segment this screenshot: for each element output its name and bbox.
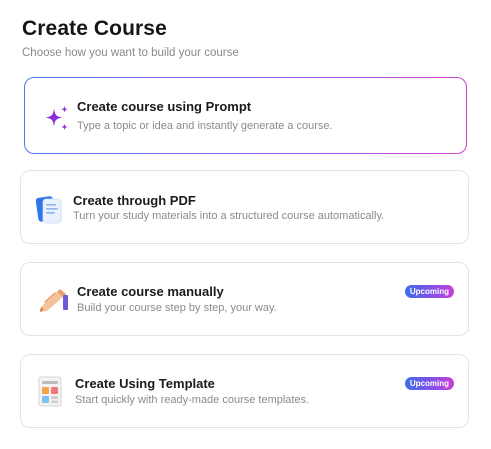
option-title: Create course manually bbox=[77, 284, 224, 299]
option-title: Create course using Prompt bbox=[77, 99, 252, 114]
option-card-manual[interactable]: Create course manually Build your course… bbox=[20, 262, 469, 336]
option-title: Create Using Template bbox=[75, 376, 215, 391]
page-title: Create Course bbox=[22, 17, 167, 40]
sparkles-icon bbox=[43, 104, 71, 139]
option-card-pdf[interactable]: Create through PDF Turn your study mater… bbox=[20, 170, 469, 244]
upcoming-badge: Upcoming bbox=[404, 377, 454, 390]
option-card-template[interactable]: Create Using Template Start quickly with… bbox=[20, 354, 469, 428]
pdf-document-icon bbox=[35, 194, 64, 231]
option-title: Create through PDF bbox=[73, 193, 196, 208]
option-card-prompt[interactable]: Create course using Prompt Type a topic … bbox=[24, 77, 467, 154]
option-description: Start quickly with ready-made course tem… bbox=[75, 394, 310, 406]
upcoming-badge: Upcoming bbox=[404, 285, 454, 298]
template-icon bbox=[38, 376, 64, 413]
page-subtitle: Choose how you want to build your course bbox=[22, 47, 239, 59]
pencil-icon bbox=[37, 285, 69, 318]
option-description: Type a topic or idea and instantly gener… bbox=[77, 120, 333, 132]
option-description: Build your course step by step, your way… bbox=[77, 302, 277, 314]
option-description: Turn your study materials into a structu… bbox=[73, 210, 385, 222]
